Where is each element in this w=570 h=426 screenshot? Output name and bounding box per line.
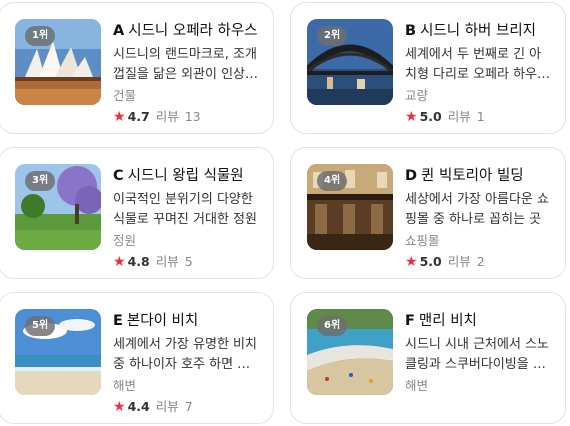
place-card-2[interactable]: 2위 B 시드니 하버 브리지 세계에서 두 번째로 긴 아치형 다리로 오페라 … (290, 2, 566, 134)
review-count: 5 (184, 254, 193, 269)
star-icon: ★ (405, 254, 418, 270)
review-count: 1 (476, 109, 485, 124)
place-description: 이국적인 분위기의 다양한 식물로 꾸며진 거대한 정원 (113, 192, 257, 227)
marker-letter: D (405, 168, 418, 184)
place-category: 정원 (113, 233, 137, 248)
place-name-text: 맨리 비치 (418, 313, 477, 329)
place-category: 해변 (405, 378, 429, 393)
rating-score: 4.4 (127, 399, 150, 414)
place-name: E 본다이 비치 (113, 311, 261, 331)
marker-letter: E (113, 313, 123, 329)
review-count: 13 (184, 109, 201, 124)
star-icon: ★ (113, 399, 126, 415)
star-icon: ★ (113, 254, 126, 270)
rank-badge: 1위 (25, 26, 56, 46)
place-photo-harbour-bridge: 2위 (307, 19, 393, 105)
place-description: 세계에서 가장 유명한 비치 중 하나이자 호주 하면 떠오르는 해변 (113, 337, 257, 372)
place-description: 세상에서 가장 아름다운 쇼핑몰 중 하나로 꼽히는 곳 (405, 192, 549, 227)
rating-score: 5.0 (419, 109, 442, 124)
place-category: 쇼핑몰 (405, 233, 440, 248)
place-name-text: 본다이 비치 (126, 313, 199, 329)
marker-letter: A (113, 23, 125, 39)
place-category: 교량 (405, 88, 429, 103)
rank-badge: 5위 (25, 316, 56, 336)
place-category: 해변 (113, 378, 137, 393)
place-name: F 맨리 비치 (405, 311, 553, 331)
place-name: D퀸 빅토리아 빌딩 (405, 166, 553, 186)
star-icon: ★ (405, 109, 418, 125)
place-description: 시드니의 랜드마크로, 조개껍질을 닮은 외관이 인상적인 건축물 (113, 47, 257, 82)
rating-row: ★ 5.0 리뷰 2 (405, 252, 553, 272)
review-label: 리뷰 (447, 109, 471, 124)
marker-letter: B (405, 23, 417, 39)
place-photo-botanic-garden: 3위 (15, 164, 101, 250)
rank-badge: 3위 (25, 171, 56, 191)
place-card-1[interactable]: 1위 A 시드니 오페라 하우스 시드니의 랜드마크로, 조개껍질을 닮은 외관이… (0, 2, 274, 134)
place-name: A 시드니 오페라 하우스 (113, 21, 261, 41)
place-name: B 시드니 하버 브리지 (405, 21, 553, 41)
marker-letter: C (113, 168, 124, 184)
rating-row: ★ 4.8 리뷰 5 (113, 252, 261, 272)
review-label: 리뷰 (155, 254, 179, 269)
rank-badge: 2위 (317, 26, 348, 46)
place-photo-opera-house: 1위 (15, 19, 101, 105)
rating-score: 4.8 (127, 254, 150, 269)
place-category: 건물 (113, 88, 137, 103)
place-card-6[interactable]: 6위 F맨리 비치 시드니 시내 근처에서 스노클링과 스쿠버다이빙을 즐길 수… (290, 292, 566, 424)
rating-row: ★ 5.0 리뷰 1 (405, 107, 553, 127)
place-name-text: 시드니 오페라 하우스 (128, 23, 258, 39)
place-name-text: 퀸 빅토리아 빌딩 (421, 168, 524, 184)
rank-badge: 4위 (317, 171, 348, 191)
rating-row: ★ 4.4 리뷰 7 (113, 397, 261, 417)
place-photo-manly-beach: 6위 (307, 309, 393, 395)
place-name-text: 시드니 하버 브리지 (420, 23, 536, 39)
place-card-3[interactable]: 3위 C 시드니 왕립 식물원 이국적인 분위기의 다양한 식물로 꾸며진 거대한… (0, 147, 274, 279)
review-label: 리뷰 (447, 254, 471, 269)
review-count: 2 (476, 254, 485, 269)
place-card-5[interactable]: 5위 E 본다이 비치 세계에서 가장 유명한 비치 중 하나이자 호주 하면 떠… (0, 292, 274, 424)
place-name-text: 시드니 왕립 식물원 (127, 168, 244, 184)
marker-letter: F (405, 313, 415, 329)
place-photo-qvb: 4위 (307, 164, 393, 250)
rating-score: 5.0 (419, 254, 442, 269)
star-icon: ★ (113, 109, 126, 125)
place-name: C 시드니 왕립 식물원 (113, 166, 261, 186)
place-photo-bondi-beach: 5위 (15, 309, 101, 395)
review-label: 리뷰 (155, 109, 179, 124)
rank-badge: 6위 (317, 316, 348, 336)
review-label: 리뷰 (155, 399, 179, 414)
review-count: 7 (184, 399, 193, 414)
place-description: 시드니 시내 근처에서 스노클링과 스쿠버다이빙을 즐길 수 있는 곳 (405, 337, 549, 372)
place-description: 세계에서 두 번째로 긴 아치형 다리로 오페라 하우스와 함께 보이는 풍경 (405, 47, 549, 82)
rating-row: ★ 4.7 리뷰 13 (113, 107, 261, 127)
rating-score: 4.7 (127, 109, 150, 124)
place-card-4[interactable]: 4위 D퀸 빅토리아 빌딩 세상에서 가장 아름다운 쇼핑몰 중 하나로 꼽히는… (290, 147, 566, 279)
